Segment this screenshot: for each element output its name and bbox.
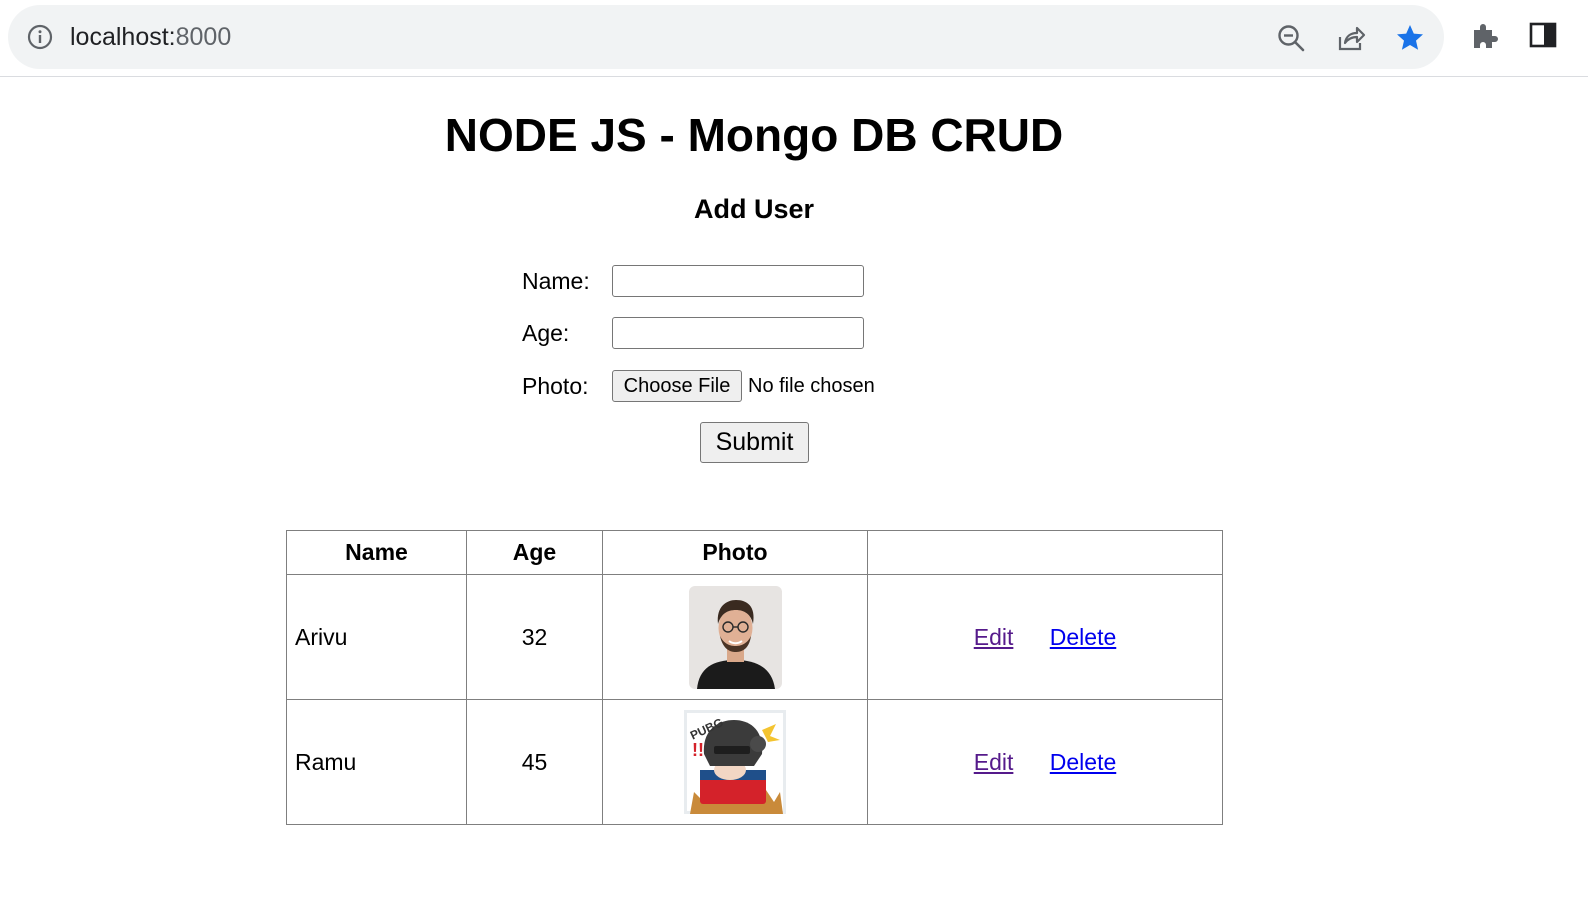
- age-label: Age:: [522, 320, 570, 346]
- user-photo-avatar: [688, 585, 782, 689]
- header-name: Name: [286, 530, 467, 575]
- user-name-cell: Ramu: [286, 699, 467, 825]
- table-row: Ramu 45 PUBG !! Edit Delete: [286, 699, 1223, 825]
- choose-file-button[interactable]: Choose File: [612, 370, 742, 402]
- user-photo-cell: PUBG !!: [602, 699, 868, 825]
- extensions-icon[interactable]: [1469, 20, 1499, 50]
- user-actions-cell: Edit Delete: [867, 699, 1223, 825]
- submit-button[interactable]: Submit: [700, 422, 809, 463]
- address-bar[interactable]: localhost:8000: [8, 5, 1444, 69]
- table-header-row: Name Age Photo: [286, 530, 1223, 575]
- name-label: Name:: [522, 268, 590, 294]
- age-input[interactable]: [612, 317, 864, 349]
- edit-link[interactable]: Edit: [974, 749, 1014, 775]
- user-photo-cartoon: PUBG !!: [684, 710, 786, 814]
- page-content: NODE JS - Mongo DB CRUD Add User Name: A…: [0, 78, 1588, 915]
- user-age-cell: 32: [466, 574, 603, 700]
- share-icon[interactable]: [1336, 23, 1366, 53]
- delete-link[interactable]: Delete: [1050, 749, 1116, 775]
- photo-label: Photo:: [522, 373, 589, 399]
- page-title: NODE JS - Mongo DB CRUD: [444, 109, 1064, 161]
- svg-text:!!: !!: [692, 740, 704, 760]
- zoom-out-icon[interactable]: [1276, 23, 1306, 53]
- user-actions-cell: Edit Delete: [867, 574, 1223, 700]
- url-port: 8000: [175, 23, 232, 51]
- user-photo-cell: [602, 574, 868, 700]
- form-heading: Add User: [693, 194, 815, 224]
- name-input[interactable]: [612, 265, 864, 297]
- url-text[interactable]: localhost:8000: [70, 22, 231, 52]
- delete-link[interactable]: Delete: [1050, 624, 1116, 650]
- url-host: localhost:: [70, 23, 176, 51]
- edit-link[interactable]: Edit: [974, 624, 1014, 650]
- user-name-cell: Arivu: [286, 574, 467, 700]
- info-icon[interactable]: [27, 24, 53, 50]
- header-actions: [867, 530, 1223, 575]
- file-status-text: No file chosen: [748, 375, 875, 397]
- table-row: Arivu 32 Edit Delete: [286, 574, 1223, 700]
- header-age: Age: [466, 530, 603, 575]
- side-panel-icon[interactable]: [1528, 20, 1558, 50]
- browser-toolbar: localhost:8000: [0, 0, 1588, 77]
- user-age-cell: 45: [466, 699, 603, 825]
- header-photo: Photo: [602, 530, 868, 575]
- bookmark-star-icon[interactable]: [1395, 23, 1425, 53]
- users-table: Name Age Photo Arivu 32 Edit Delete Ramu…: [286, 530, 1223, 825]
